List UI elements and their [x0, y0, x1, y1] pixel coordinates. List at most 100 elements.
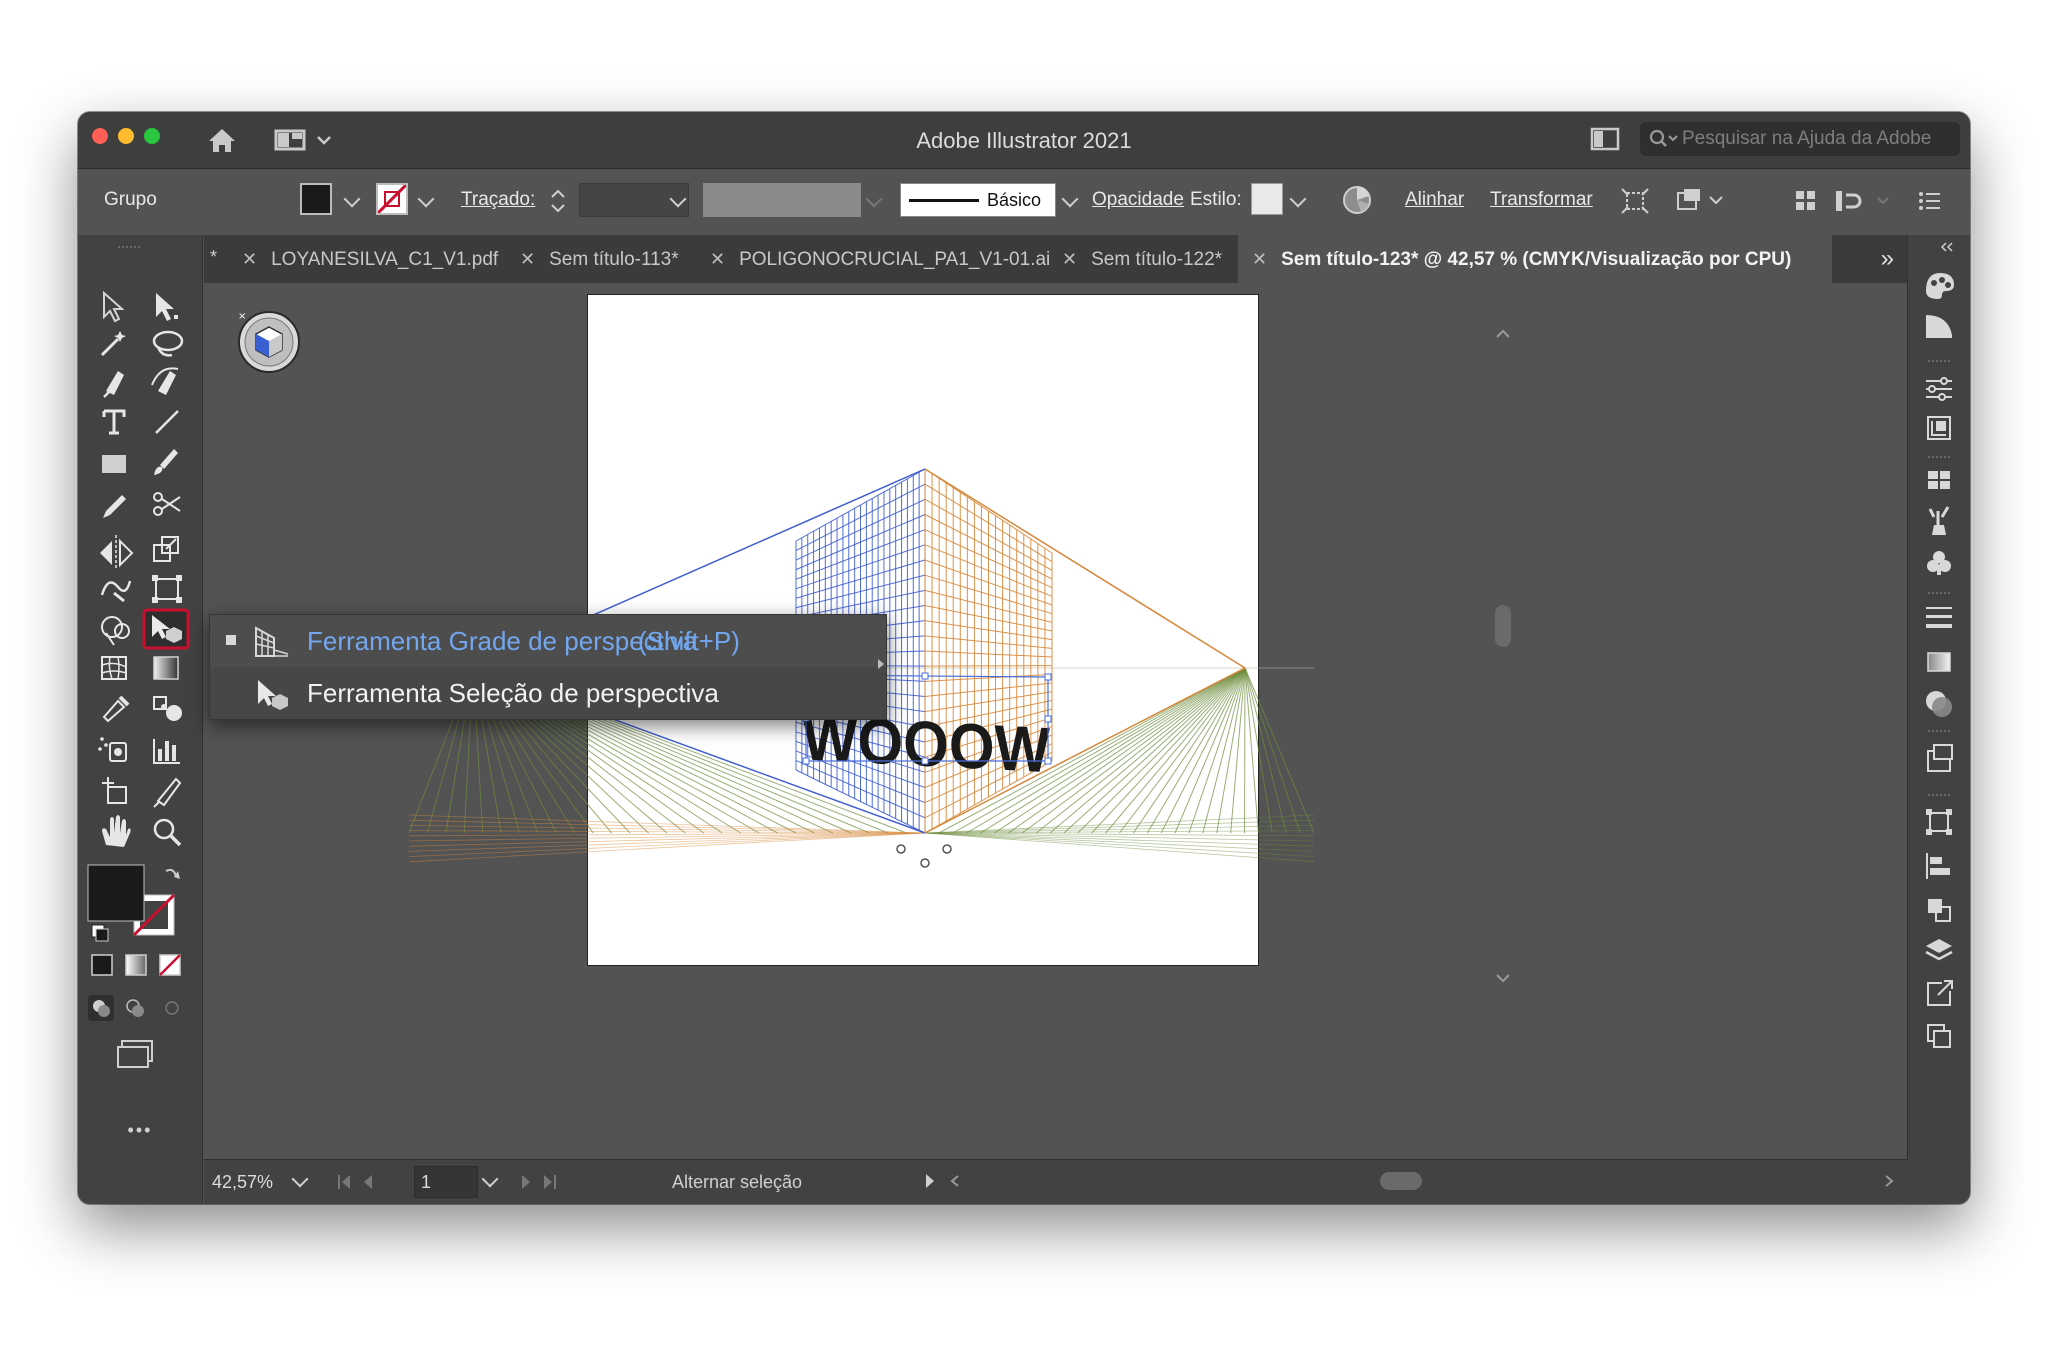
symbol-sprayer-tool-icon[interactable]	[98, 737, 127, 762]
grid-layout-icon[interactable]	[1794, 189, 1818, 218]
width-tool-icon[interactable]	[100, 580, 132, 603]
shape-builder-tool-icon[interactable]	[101, 616, 130, 646]
chevron-down-icon[interactable]	[291, 1170, 309, 1188]
brushes-panel-icon[interactable]	[1928, 506, 1950, 535]
libraries-panel-icon[interactable]	[1927, 416, 1951, 440]
artboards-panel-icon[interactable]	[1927, 1024, 1951, 1048]
reflect-tool-icon[interactable]	[100, 535, 134, 569]
align-panel-icon[interactable]	[1926, 853, 1950, 879]
chevron-down-icon[interactable]	[481, 1170, 499, 1188]
chevron-down-icon[interactable]	[343, 190, 361, 208]
stroke-weight-stepper[interactable]	[549, 185, 567, 222]
panel-menu-icon[interactable]	[1918, 191, 1942, 216]
transform-panel-icon[interactable]	[1926, 809, 1952, 835]
line-segment-tool-icon[interactable]	[155, 410, 179, 434]
free-transform-tool-icon[interactable]	[152, 575, 182, 603]
tab-active-document[interactable]: ✕ Sem título-123* @ 42,57 % (CMYK/Visuali…	[1238, 235, 1832, 283]
symbols-panel-icon[interactable]	[1927, 551, 1951, 575]
arrange-icon[interactable]	[1834, 189, 1894, 218]
gradient-panel-icon[interactable]	[1927, 652, 1951, 672]
slice-tool-icon[interactable]	[153, 777, 182, 808]
tab-document[interactable]: ✕ Sem título-122*	[1046, 235, 1252, 283]
column-graph-tool-icon[interactable]	[153, 739, 180, 764]
appearance-panel-icon[interactable]	[1927, 744, 1953, 772]
selection-handle[interactable]	[1044, 715, 1052, 723]
status-menu-arrow[interactable]	[926, 1174, 934, 1188]
eyedropper-tool-icon[interactable]	[102, 695, 130, 723]
gradient-tool-icon[interactable]	[153, 656, 179, 680]
edit-toolbar-button[interactable]: •••	[78, 1120, 202, 1141]
help-search-input[interactable]: Pesquisar na Ajuda da Adobe	[1640, 122, 1960, 156]
chevron-down-icon[interactable]	[417, 190, 435, 208]
grid-handle[interactable]	[896, 844, 906, 854]
first-prev-artboard-buttons[interactable]	[336, 1172, 406, 1192]
screen-mode-icon[interactable]	[117, 1040, 153, 1068]
stroke-panel-icon[interactable]	[1926, 607, 1952, 628]
magic-wand-tool-icon[interactable]	[100, 331, 126, 357]
graphic-style-swatch[interactable]	[1251, 183, 1283, 215]
transform-label[interactable]: Transformar	[1490, 189, 1593, 211]
flyout-tearoff-arrow[interactable]	[878, 659, 884, 669]
align-label[interactable]: Alinhar	[1405, 189, 1464, 211]
scissors-tool-icon[interactable]	[153, 492, 181, 516]
layers-panel-icon[interactable]	[1925, 939, 1953, 961]
direct-selection-tool-icon[interactable]	[156, 293, 178, 321]
edit-artboard-icon[interactable]	[1674, 187, 1730, 220]
tab-document[interactable]: ✕ Sem título-113*	[504, 235, 710, 283]
selection-handle[interactable]	[921, 672, 929, 680]
menu-item-perspective-grid-tool[interactable]: Ferramenta Grade de perspectiva (Shift+P…	[210, 615, 886, 667]
fill-stroke-widget[interactable]	[87, 864, 180, 942]
export-panel-icon[interactable]	[1927, 980, 1953, 1006]
chevron-down-icon[interactable]	[1289, 190, 1307, 208]
blend-tool-icon[interactable]	[153, 696, 182, 721]
grid-handle[interactable]	[942, 844, 952, 854]
next-last-artboard-buttons[interactable]	[516, 1172, 576, 1192]
hand-tool-icon[interactable]	[102, 815, 131, 847]
type-tool-icon[interactable]	[102, 409, 126, 435]
grid-handle[interactable]	[920, 858, 930, 868]
scale-tool-icon[interactable]	[153, 536, 179, 562]
selection-handle[interactable]	[802, 757, 810, 765]
rectangle-tool-icon[interactable]	[102, 455, 126, 473]
tab-overflow-button[interactable]: »	[1881, 245, 1894, 273]
color-mode-buttons[interactable]	[91, 954, 181, 976]
close-icon[interactable]: ✕	[520, 249, 535, 269]
close-icon[interactable]: ✕	[1252, 249, 1267, 269]
paintbrush-tool-icon[interactable]	[154, 449, 178, 475]
close-icon[interactable]: ✕	[710, 249, 725, 269]
tab-document[interactable]: ✕ LOYANESILVA_C1_V1.pdf	[226, 235, 520, 283]
recolor-artwork-icon[interactable]	[1342, 185, 1372, 220]
stroke-swatch[interactable]	[376, 183, 408, 215]
color-panel-icon[interactable]	[1926, 273, 1954, 299]
pen-tool-icon[interactable]	[103, 371, 124, 398]
horizontal-scrollbar[interactable]	[948, 1168, 1898, 1194]
arrange-documents-icon[interactable]	[1590, 126, 1620, 157]
color-guide-panel-icon[interactable]	[1926, 315, 1952, 338]
curvature-tool-icon[interactable]	[151, 367, 179, 395]
vertical-scrollbar[interactable]	[1491, 283, 1515, 985]
brush-definition-select[interactable]: Básico	[900, 183, 1056, 217]
fill-swatch[interactable]	[300, 183, 332, 215]
selection-tool-icon[interactable]	[103, 290, 125, 323]
selection-handle[interactable]	[921, 757, 929, 765]
variable-width-profile[interactable]	[703, 183, 861, 217]
close-icon[interactable]: ✕	[1062, 249, 1077, 269]
chevron-down-icon[interactable]	[1061, 190, 1079, 208]
close-icon[interactable]: ✕	[242, 249, 257, 269]
zoom-tool-icon[interactable]	[153, 818, 182, 847]
mesh-tool-icon[interactable]	[101, 656, 127, 680]
tab-scroll-left[interactable]: *	[210, 247, 217, 268]
pathfinder-panel-icon[interactable]	[1928, 899, 1951, 922]
properties-panel-icon[interactable]	[1926, 377, 1952, 401]
zoom-level[interactable]: 42,57%	[212, 1172, 273, 1193]
artboard-tool-icon[interactable]	[102, 777, 127, 804]
selection-handle[interactable]	[1044, 673, 1052, 681]
swatches-panel-icon[interactable]	[1928, 471, 1950, 489]
perspective-selection-tool-icon[interactable]	[142, 608, 190, 650]
draw-mode-buttons[interactable]	[88, 995, 179, 1021]
selection-handle[interactable]	[1044, 757, 1052, 765]
transparency-panel-icon[interactable]	[1926, 691, 1952, 717]
lasso-tool-icon[interactable]	[152, 330, 184, 357]
isolate-group-icon[interactable]	[1620, 187, 1650, 220]
tab-document[interactable]: ✕ POLIGONOCRUCIAL_PA1_V1-01.ai	[694, 235, 1062, 283]
